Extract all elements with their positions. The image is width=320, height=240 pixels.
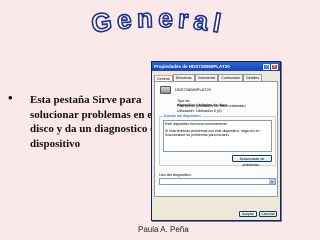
close-button[interactable]: × — [271, 63, 278, 70]
device-name: HDS728080PLAT20 — [175, 87, 211, 92]
slide-footer-author: Paula A. Peña — [138, 225, 189, 234]
property-key: Fabricante: — [177, 104, 196, 108]
property-value: Ubicación 0 (0) — [196, 109, 222, 113]
dialog-title: Propiedades de HDS728080PLAT20 — [154, 64, 230, 69]
tab-volumenes[interactable]: Volúmenes — [194, 74, 219, 81]
property-value: (Unidades de disco estándar) — [196, 104, 246, 108]
bullet-text: Esta pestaña Sirve para solucionar probl… — [30, 94, 165, 150]
tab-strip: General Directivas Volúmenes Controlador… — [152, 71, 280, 82]
ok-button[interactable]: Aceptar — [239, 211, 257, 217]
help-button[interactable]: ? — [263, 63, 270, 70]
svg-text:General: General — [89, 3, 228, 39]
chevron-down-icon[interactable]: ▾ — [269, 179, 275, 184]
device-usage-label: Uso del dispositivo: — [159, 173, 192, 177]
general-tab-pane: HDS728080PLAT20 Tipo de dispositivo: Uni… — [154, 81, 278, 197]
device-status-group: Estado del dispositivo Este dispositivo … — [159, 114, 276, 167]
device-properties-dialog: Propiedades de HDS728080PLAT20 ? × Gener… — [151, 61, 281, 221]
slide-title: General — [89, 2, 228, 40]
property-row: Ubicación: Ubicación 0 (0) — [177, 109, 222, 113]
cancel-button[interactable]: Cancelar — [259, 211, 277, 217]
hard-disk-icon — [160, 86, 171, 94]
status-line-ok: Este dispositivo funciona correctamente. — [165, 122, 228, 126]
bullet-marker: • — [8, 90, 13, 105]
troubleshooter-button[interactable]: Solucionador de problemas... — [232, 155, 272, 167]
property-key: Ubicación: — [177, 109, 195, 113]
device-status-text: Este dispositivo funciona correctamente.… — [163, 120, 272, 152]
device-usage-select[interactable]: ▾ — [159, 178, 276, 185]
slide-title-text: General — [89, 2, 224, 40]
status-line-help: Si está teniendo problemas con este disp… — [165, 128, 260, 138]
tab-detalles[interactable]: Detalles — [243, 74, 263, 81]
device-status-label: Estado del dispositivo — [163, 114, 202, 118]
property-row: Fabricante: (Unidades de disco estándar) — [177, 104, 246, 108]
dialog-titlebar: Propiedades de HDS728080PLAT20 ? × — [152, 62, 280, 71]
tab-directivas[interactable]: Directivas — [172, 74, 195, 81]
dialog-button-bar: Aceptar Cancelar — [239, 211, 277, 217]
tab-controlador[interactable]: Controlador — [218, 74, 244, 81]
